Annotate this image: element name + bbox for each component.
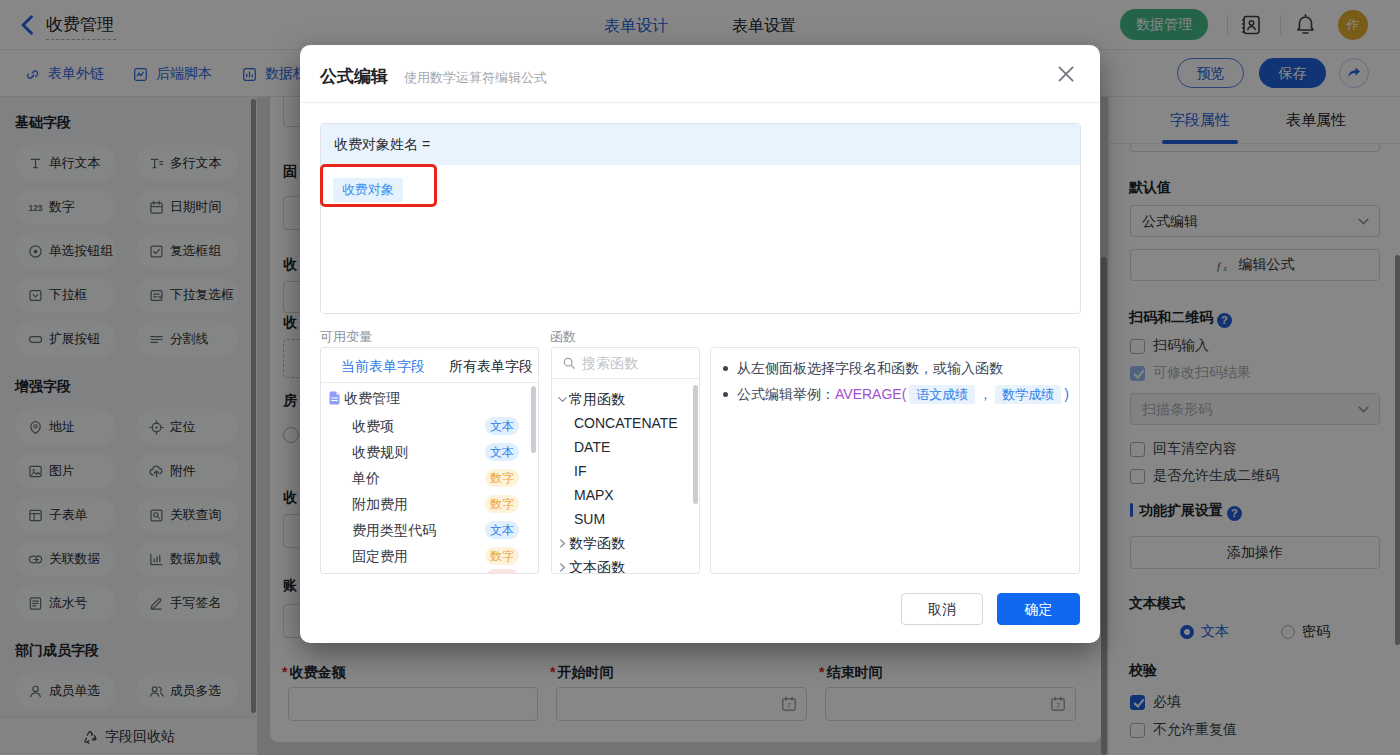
tree-field[interactable]: 收费规则文本 [321,439,538,465]
function-item[interactable]: SUM [552,507,699,531]
confirm-button[interactable]: 确定 [997,593,1080,625]
type-tag: 文本 [485,443,519,461]
type-tag: 数字 [485,469,519,487]
help-line-2: 公式编辑举例：AVERAGE(语文成绩，数学成绩) [711,383,1079,406]
formula-target: 收费对象姓名 = [321,124,1080,165]
cancel-button[interactable]: 取消 [901,593,983,625]
annotation-highlight-box [320,164,437,207]
tab-all-form-fields[interactable]: 所有表单字段 [449,358,533,376]
tree-field[interactable]: 收费项文本 [321,413,538,439]
function-item[interactable]: MAPX [552,483,699,507]
dialog-header: 公式编辑 使用数学运算符编辑公式 [300,45,1100,103]
function-group-text[interactable]: 文本函数 [552,555,699,574]
formula-editor: 收费对象姓名 = 收费对象 [320,123,1081,314]
function-item[interactable]: CONCATENATE [552,411,699,435]
type-tag: 数字 [485,495,519,513]
function-group-math[interactable]: 数学函数 [552,531,699,555]
variables-panel: 当前表单字段 所有表单字段 收费管理 收费项文本 收费规则文本 单价数字 附加费… [320,347,539,574]
help-line-1: 从左侧面板选择字段名和函数，或输入函数 [711,357,1079,379]
type-tag: 文本 [485,521,519,539]
tree-field[interactable]: 附加费用数字 [321,491,538,517]
tab-current-form-fields[interactable]: 当前表单字段 [341,358,425,376]
chevron-right-icon [557,538,568,549]
variables-tabs: 当前表单字段 所有表单字段 [321,348,538,383]
function-search[interactable]: 搜索函数 [552,348,699,379]
close-icon[interactable] [1055,63,1077,85]
search-placeholder: 搜索函数 [582,355,638,373]
chevron-right-icon [557,562,568,573]
tree-field-partial[interactable] [321,565,538,574]
tree-field[interactable]: 单价数字 [321,465,538,491]
functions-label: 函数 [550,328,576,346]
search-icon [562,356,576,370]
chevron-down-icon [557,394,568,405]
form-file-icon [328,391,341,405]
variables-scrollbar[interactable] [531,386,536,453]
type-tag: 数字 [485,547,519,565]
formula-edit-dialog: 公式编辑 使用数学运算符编辑公式 收费对象姓名 = 收费对象 可用变量 函数 当… [300,45,1100,643]
functions-scrollbar[interactable] [693,385,698,504]
tree-field[interactable]: 费用类型代码文本 [321,517,538,543]
example-chip: 数学成绩 [995,385,1061,404]
functions-panel: 搜索函数 常用函数 CONCATENATE DATE IF MAPX SUM 数… [551,347,700,574]
help-panel: 从左侧面板选择字段名和函数，或输入函数 公式编辑举例：AVERAGE(语文成绩，… [710,347,1080,574]
tree-root[interactable]: 收费管理 [321,385,538,411]
function-group-common[interactable]: 常用函数 [552,387,699,411]
function-item[interactable]: DATE [552,435,699,459]
example-chip: 语文成绩 [909,385,975,404]
type-tag [485,569,519,574]
function-item[interactable]: IF [552,459,699,483]
variables-label: 可用变量 [320,328,372,346]
dialog-title: 公式编辑 [320,65,388,88]
type-tag: 文本 [485,417,519,435]
dialog-subtitle: 使用数学运算符编辑公式 [404,69,547,87]
function-name-highlight: AVERAGE( [835,386,906,402]
app-window: 收费管理 表单设计 表单设置 数据管理 作 表单外链 后端脚本 数据权限 预览 … [0,0,1400,755]
